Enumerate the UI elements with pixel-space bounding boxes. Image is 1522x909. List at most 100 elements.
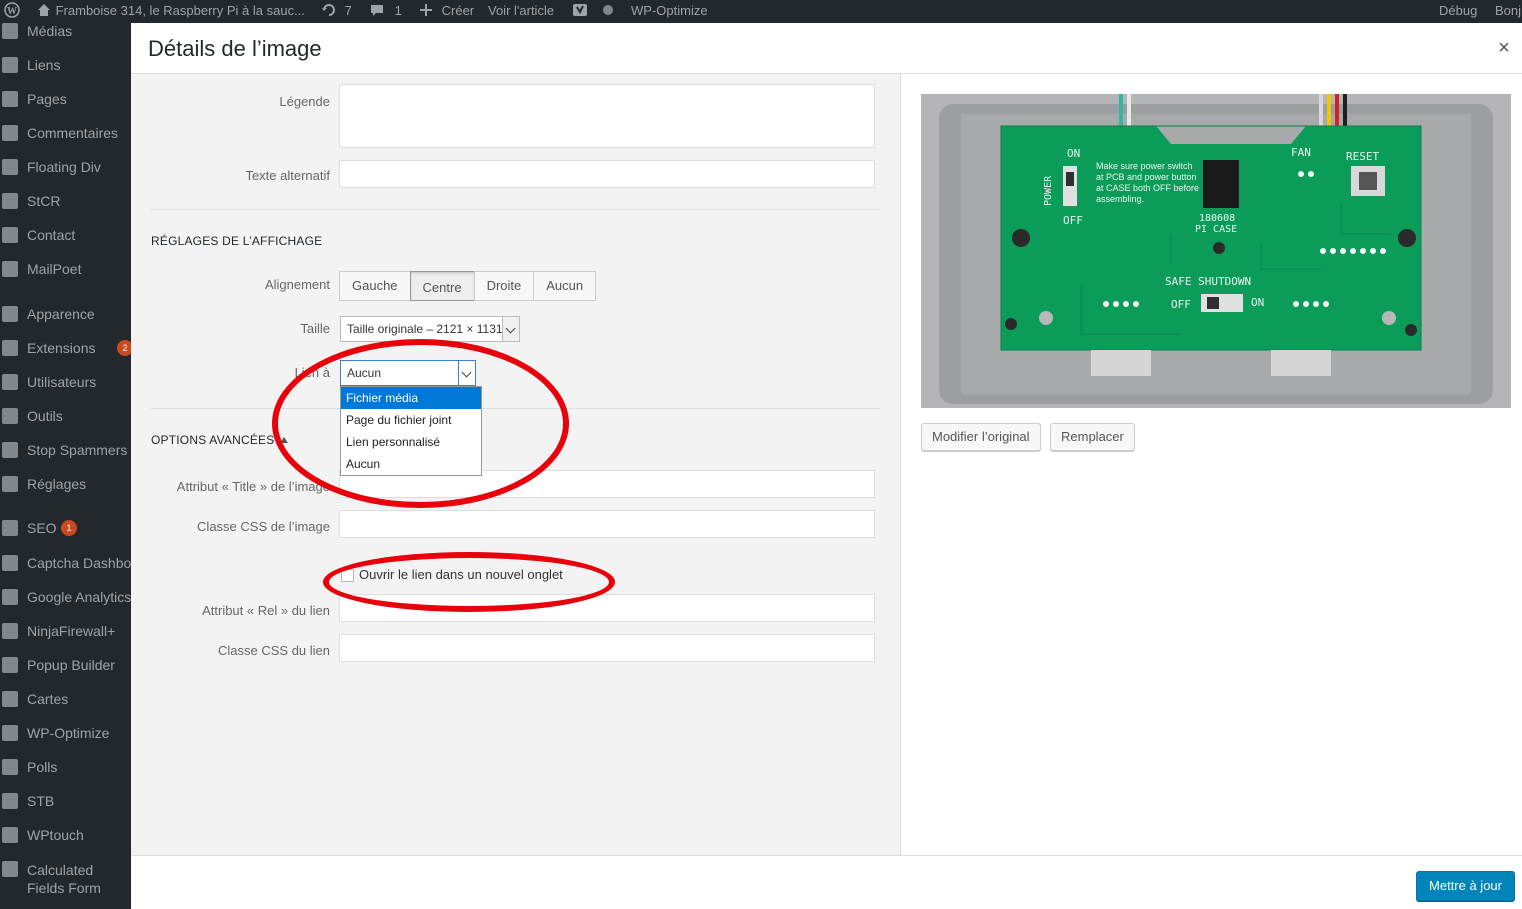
gear-icon bbox=[2, 861, 18, 877]
pcb-model-line: 180608 bbox=[1199, 213, 1235, 224]
sidebar-item[interactable]: STB bbox=[0, 787, 131, 815]
pcb-shutdown-off-label: OFF bbox=[1171, 298, 1191, 311]
sidebar-item[interactable]: Apparence bbox=[0, 300, 131, 328]
option-none[interactable]: Aucun bbox=[341, 453, 481, 475]
update-button[interactable]: Mettre à jour bbox=[1416, 871, 1515, 901]
size-select-value: Taille originale – 2121 × 1131 bbox=[347, 322, 503, 336]
sidebar-item[interactable]: Utilisateurs bbox=[0, 368, 131, 396]
sidebar-item-label: Contact bbox=[27, 227, 76, 243]
site-name-link[interactable]: Framboise 314, le Raspberry Pi à la sauc… bbox=[36, 0, 305, 22]
align-left-button[interactable]: Gauche bbox=[339, 271, 411, 301]
sidebar-item[interactable]: WP-Optimize bbox=[0, 719, 131, 747]
wp-optimize-link[interactable]: WP-Optimize bbox=[631, 0, 708, 22]
alignment-label: Alignement bbox=[264, 277, 330, 292]
users-icon bbox=[2, 374, 18, 390]
option-custom-link[interactable]: Lien personnalisé bbox=[341, 431, 481, 453]
debug-link[interactable]: Débug bbox=[1439, 0, 1477, 22]
notification-badge: 1 bbox=[61, 520, 77, 536]
close-icon[interactable]: × bbox=[1492, 36, 1516, 60]
new-content-link[interactable]: Créer bbox=[418, 0, 474, 22]
sidebar-item[interactable]: Cartes bbox=[0, 685, 131, 713]
sidebar-item[interactable]: Contact bbox=[0, 221, 131, 249]
rel-attribute-label: Attribut « Rel » du lien bbox=[202, 603, 330, 618]
sidebar-item[interactable]: Pages bbox=[0, 85, 131, 113]
ninja-icon bbox=[2, 623, 18, 639]
alt-text-label: Texte alternatif bbox=[245, 168, 330, 183]
pcb-note-line: assembling. bbox=[1096, 194, 1144, 204]
sidebar-item[interactable]: Réglages bbox=[0, 470, 131, 498]
view-post-link[interactable]: Voir l'article bbox=[488, 0, 554, 22]
sidebar-item-label: WP-Optimize bbox=[27, 725, 110, 741]
sidebar-item[interactable]: Popup Builder bbox=[0, 651, 131, 679]
sidebar-item-label: Captcha Dashboard bbox=[27, 555, 131, 571]
sidebar-item[interactable]: WPtouch bbox=[0, 821, 131, 849]
site-name-label: Framboise 314, le Raspberry Pi à la sauc… bbox=[55, 3, 305, 18]
align-center-button[interactable]: Centre bbox=[409, 271, 475, 301]
align-right-button[interactable]: Droite bbox=[473, 271, 535, 301]
status-dot-icon bbox=[600, 0, 616, 22]
links-icon bbox=[2, 57, 18, 73]
sidebar-item[interactable]: Captcha Dashboard bbox=[0, 549, 131, 577]
size-label: Taille bbox=[300, 321, 330, 336]
svg-text:W: W bbox=[7, 6, 17, 17]
replace-button[interactable]: Remplacer bbox=[1050, 423, 1135, 451]
edit-original-button[interactable]: Modifier l’original bbox=[921, 423, 1041, 451]
sidebar-item[interactable]: Stop Spammers bbox=[0, 436, 131, 464]
sidebar-item[interactable]: SEO 1 bbox=[0, 514, 131, 542]
sidebar-item[interactable]: NinjaFirewall+ bbox=[0, 617, 131, 645]
link-to-select-value: Aucun bbox=[347, 366, 382, 380]
sidebar-item[interactable]: Floating Div bbox=[0, 153, 131, 181]
pcb-off-label: OFF bbox=[1063, 214, 1083, 227]
image-preview: ON OFF POWER Make sure power switch at P… bbox=[921, 94, 1511, 408]
sidebar-item-label: Extensions bbox=[27, 340, 96, 356]
sidebar-item-label: Liens bbox=[27, 57, 61, 73]
option-media-file[interactable]: Fichier média bbox=[341, 387, 481, 409]
sidebar-item[interactable]: Médias bbox=[0, 23, 131, 45]
home-icon bbox=[38, 4, 50, 16]
sidebar-item[interactable]: Polls bbox=[0, 753, 131, 781]
chart-icon bbox=[2, 589, 18, 605]
pcb-note-line: Make sure power switch bbox=[1096, 161, 1193, 171]
comments-icon bbox=[2, 125, 18, 141]
sidebar-item[interactable]: Outils bbox=[0, 402, 131, 430]
yoast-icon bbox=[2, 520, 18, 536]
link-to-select[interactable]: Aucun bbox=[340, 360, 476, 386]
size-select[interactable]: Taille originale – 2121 × 1131 bbox=[340, 316, 520, 342]
sidebar-item[interactable]: Extensions 2 bbox=[0, 334, 131, 362]
open-new-tab-checkbox[interactable] bbox=[341, 569, 354, 582]
pcb-safe-shutdown-label: SAFE SHUTDOWN bbox=[1165, 275, 1251, 288]
caption-field[interactable] bbox=[339, 84, 875, 148]
sidebar-item[interactable]: Calculated Fields Form bbox=[0, 855, 131, 896]
sidebar-item[interactable]: MailPoet bbox=[0, 255, 131, 283]
comments-link[interactable]: 1 bbox=[369, 0, 402, 22]
align-none-button[interactable]: Aucun bbox=[533, 271, 597, 301]
option-attachment-page[interactable]: Page du fichier joint bbox=[341, 409, 481, 431]
wordpress-logo-icon[interactable]: W bbox=[4, 0, 20, 22]
account-greeting[interactable]: Bonj bbox=[1495, 0, 1521, 22]
updates-link[interactable]: 7 bbox=[321, 0, 352, 22]
alt-text-field[interactable] bbox=[339, 160, 875, 188]
sidebar-item[interactable]: Google Analytics bbox=[0, 583, 131, 611]
open-new-tab-label[interactable]: Ouvrir le lien dans un nouvel onglet bbox=[359, 567, 563, 582]
rel-attribute-field[interactable] bbox=[339, 594, 875, 622]
sidebar-item[interactable]: Liens bbox=[0, 51, 131, 79]
image-css-class-field[interactable] bbox=[339, 510, 875, 538]
sidebar-item[interactable]: StCR bbox=[0, 187, 131, 215]
advanced-options-toggle[interactable]: Options avancées bbox=[151, 433, 289, 447]
divider bbox=[151, 408, 880, 409]
link-to-dropdown-list: Fichier média Page du fichier joint Lien… bbox=[340, 386, 482, 476]
image-details-modal: Détails de l’image × Légende Texte alter… bbox=[131, 23, 1522, 909]
link-css-class-field[interactable] bbox=[339, 634, 875, 662]
link-css-class-label: Classe CSS du lien bbox=[218, 643, 330, 658]
pcb-note-line: at CASE both OFF before bbox=[1096, 183, 1199, 193]
stop-icon bbox=[2, 442, 18, 458]
sidebar-item[interactable]: Commentaires bbox=[0, 119, 131, 147]
wptouch-icon bbox=[2, 827, 18, 843]
pcb-reset-label: RESET bbox=[1346, 150, 1379, 163]
sidebar-item-label: Google Analytics bbox=[27, 589, 131, 605]
yoast-icon[interactable] bbox=[572, 0, 588, 22]
pcb-note-line: at PCB and power button bbox=[1096, 172, 1197, 182]
modal-title: Détails de l’image bbox=[148, 36, 322, 61]
divider bbox=[151, 209, 880, 210]
brush-icon bbox=[2, 306, 18, 322]
